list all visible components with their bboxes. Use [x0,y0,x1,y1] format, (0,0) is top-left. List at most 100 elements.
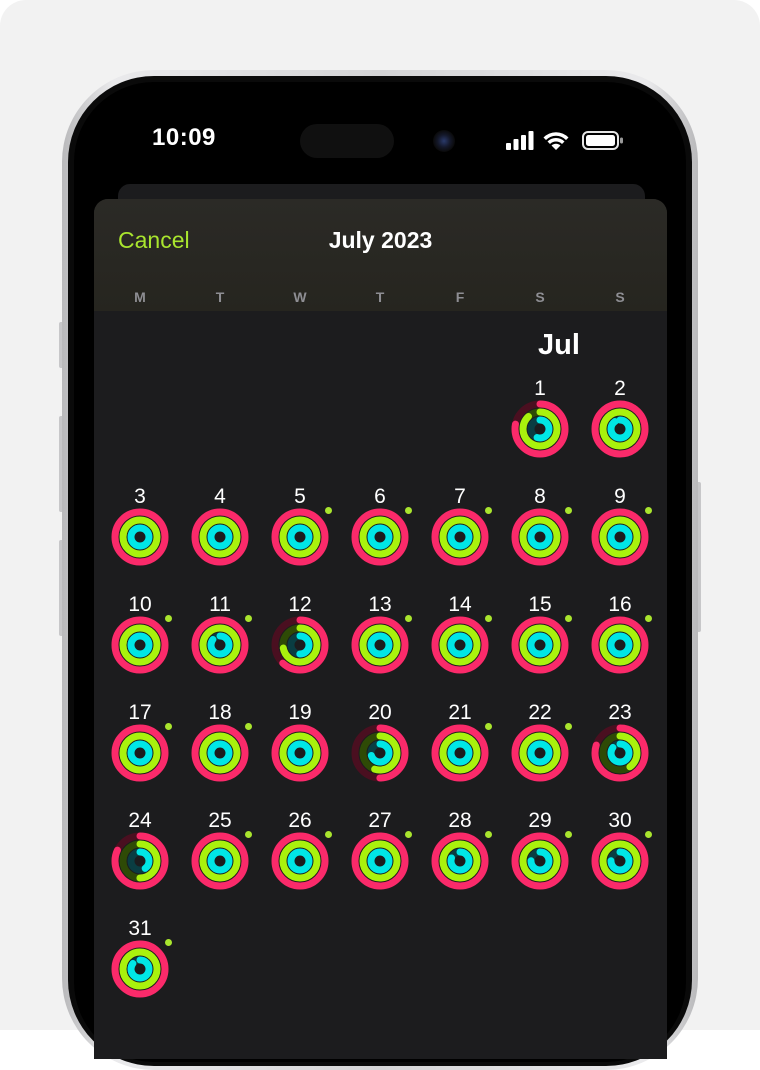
calendar-day[interactable]: 5 [260,485,340,585]
calendar-day[interactable]: 11 [180,593,260,693]
activity-rings [191,724,249,782]
calendar-day[interactable]: 17 [100,701,180,801]
calendar-day[interactable]: 10 [100,593,180,693]
calendar-day[interactable]: 28 [420,809,500,909]
activity-rings [431,508,489,566]
day-number: 5 [294,485,306,508]
stand-ring [447,740,473,766]
calendar-day[interactable]: 16 [580,593,660,693]
calendar-day[interactable]: 22 [500,701,580,801]
stand-ring [287,740,313,766]
calendar-day[interactable]: 13 [340,593,420,693]
calendar-day[interactable]: 19 [260,701,340,801]
day-number: 16 [608,593,632,616]
stand-ring [527,524,553,550]
status-time: 10:09 [152,124,216,151]
calendar-day[interactable]: 29 [500,809,580,909]
workout-dot-icon [405,615,412,622]
calendar-day[interactable]: 24 [100,809,180,909]
calendar-day[interactable]: 6 [340,485,420,585]
day-number: 11 [209,593,231,616]
stand-ring [607,740,633,766]
day-number: 8 [534,485,546,508]
activity-rings [111,724,169,782]
calendar-day[interactable]: 7 [420,485,500,585]
activity-rings [511,616,569,674]
workout-dot-icon [645,615,652,622]
workout-dot-icon [645,831,652,838]
stand-ring [207,740,233,766]
calendar-day[interactable]: 3 [100,485,180,585]
workout-dot-icon [565,831,572,838]
calendar-day[interactable]: 15 [500,593,580,693]
activity-rings [191,508,249,566]
calendar-day[interactable]: 9 [580,485,660,585]
workout-dot-icon [165,615,172,622]
stand-ring [607,524,633,550]
calendar-day[interactable]: 23 [580,701,660,801]
activity-rings [591,508,649,566]
calendar-day[interactable]: 31 [100,917,180,1017]
workout-dot-icon [165,723,172,730]
stand-ring [287,848,313,874]
day-number: 29 [528,809,552,832]
calendar-day[interactable]: 1 [500,377,580,477]
activity-rings [191,832,249,890]
calendar-day[interactable]: 26 [260,809,340,909]
activity-rings [351,508,409,566]
camera-icon [433,130,455,152]
weekday-label: M [134,289,146,305]
activity-rings [111,832,169,890]
calendar-day[interactable]: 8 [500,485,580,585]
calendar-day[interactable]: 4 [180,485,260,585]
day-number: 15 [528,593,552,616]
stand-ring [207,632,233,658]
activity-rings [591,832,649,890]
calendar-day[interactable]: 25 [180,809,260,909]
activity-rings [111,508,169,566]
activity-rings [351,616,409,674]
calendar-day[interactable]: 30 [580,809,660,909]
workout-dot-icon [565,615,572,622]
calendar-sheet: Cancel July 2023 M T W T F S S Jul 12345… [94,199,667,1059]
status-icons [506,131,623,150]
day-number: 13 [368,593,392,616]
workout-dot-icon [165,939,172,946]
wifi-icon [543,132,569,150]
day-number: 12 [288,593,312,616]
activity-rings [511,508,569,566]
calendar-day[interactable]: 20 [340,701,420,801]
day-number: 9 [614,485,626,508]
day-number: 24 [128,809,152,832]
activity-rings [431,616,489,674]
calendar-day[interactable]: 14 [420,593,500,693]
calendar-day[interactable]: 18 [180,701,260,801]
day-number: 20 [368,701,392,724]
workout-dot-icon [405,507,412,514]
stand-ring [127,632,153,658]
activity-rings [191,616,249,674]
day-number: 18 [208,701,232,724]
day-number: 23 [608,701,632,724]
calendar-day[interactable]: 12 [260,593,340,693]
day-number: 26 [288,809,312,832]
calendar-day[interactable]: 2 [580,377,660,477]
activity-rings [271,616,329,674]
activity-rings [431,832,489,890]
month-title: July 2023 [328,227,433,253]
calendar-day[interactable]: 27 [340,809,420,909]
day-number: 17 [128,701,152,724]
stand-ring [367,848,393,874]
workout-dot-icon [325,831,332,838]
activity-rings [351,724,409,782]
workout-dot-icon [645,507,652,514]
workout-dot-icon [245,831,252,838]
day-number: 21 [448,701,472,724]
workout-dot-icon [485,507,492,514]
calendar-day[interactable]: 21 [420,701,500,801]
battery-icon [582,131,623,150]
weekday-label: S [615,289,625,305]
day-number: 6 [374,485,386,508]
stand-ring [447,632,473,658]
day-number: 27 [368,809,392,832]
